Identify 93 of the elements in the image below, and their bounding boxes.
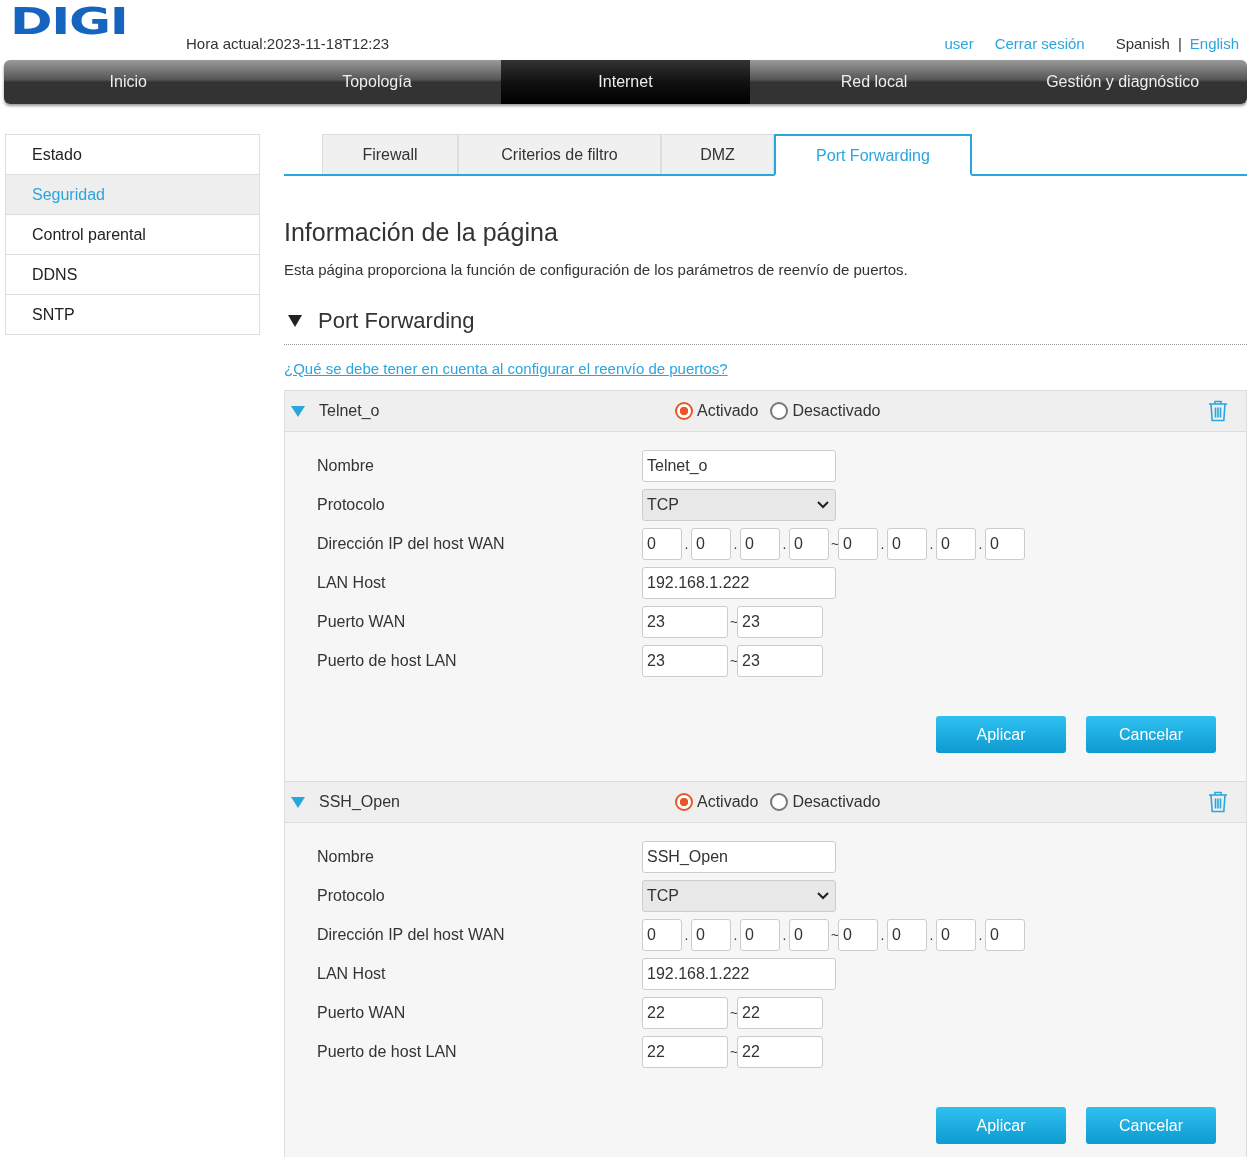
separator: ~: [730, 1043, 735, 1060]
input-field[interactable]: 23: [737, 644, 823, 677]
input-field[interactable]: 0: [789, 527, 829, 560]
separator: .: [880, 535, 885, 552]
radio-option[interactable]: Desactivado: [770, 793, 881, 811]
tab[interactable]: Criterios de filtro: [458, 134, 661, 174]
delete-icon[interactable]: [1208, 791, 1228, 813]
radio-button[interactable]: [770, 402, 789, 420]
language-separator: |: [1177, 35, 1182, 52]
field-label: Nombre: [317, 456, 375, 475]
field-label: Puerto WAN: [317, 612, 407, 631]
field-label: Dirección IP del host WAN: [317, 534, 506, 553]
separator: .: [929, 535, 934, 552]
input-field[interactable]: 0: [691, 918, 731, 951]
input-field[interactable]: 23: [642, 644, 728, 677]
collapse-icon[interactable]: [288, 315, 302, 327]
input-field[interactable]: 0: [985, 527, 1025, 560]
input-field[interactable]: 23: [737, 605, 823, 638]
radio-option[interactable]: Activado: [675, 793, 759, 811]
radio-button[interactable]: [675, 402, 693, 420]
input-field[interactable]: 22: [642, 996, 728, 1029]
field-label: Puerto de host LAN: [317, 1042, 458, 1061]
input-field[interactable]: 0: [936, 918, 976, 951]
page-description: Esta página proporciona la función de configuración de los parámetros de reenvío de puertos.: [284, 261, 909, 278]
radio-option[interactable]: Desactivado: [770, 402, 881, 420]
input-field[interactable]: 0: [838, 918, 878, 951]
input-field[interactable]: 0: [691, 527, 731, 560]
input-field[interactable]: Telnet_o: [642, 449, 836, 482]
chevron-down-icon: [817, 891, 829, 900]
field-label: Dirección IP del host WAN: [317, 925, 506, 944]
separator: ~: [730, 1004, 735, 1021]
input-field[interactable]: 0: [789, 918, 829, 951]
separator: ~: [831, 926, 836, 943]
sidebar-item[interactable]: DDNS: [6, 255, 259, 295]
sidebar-item[interactable]: SNTP: [6, 295, 259, 334]
field-label: Protocolo: [317, 886, 386, 905]
separator: .: [782, 535, 787, 552]
input-field[interactable]: 0: [838, 527, 878, 560]
nav-item[interactable]: Red local: [749, 60, 999, 104]
separator: .: [733, 535, 738, 552]
protocol-dropdown[interactable]: TCP: [642, 879, 836, 912]
input-field[interactable]: 0: [642, 527, 682, 560]
input-field[interactable]: 0: [936, 527, 976, 560]
sidebar-item[interactable]: Control parental: [6, 215, 259, 255]
delete-icon[interactable]: [1208, 400, 1228, 422]
current-time: Hora actual:2023-11-18T12:23: [186, 35, 390, 54]
input-field[interactable]: 0: [740, 918, 780, 951]
field-label: Protocolo: [317, 495, 386, 514]
input-field[interactable]: 23: [642, 605, 728, 638]
input-field[interactable]: 192.168.1.222: [642, 566, 836, 599]
radio-option[interactable]: Activado: [675, 402, 759, 420]
field-label: Puerto WAN: [317, 1003, 407, 1022]
nav-item[interactable]: Topología: [252, 60, 502, 104]
nav-item[interactable]: Inicio: [4, 60, 253, 104]
separator: .: [978, 926, 983, 943]
input-field[interactable]: 0: [740, 527, 780, 560]
separator: .: [684, 535, 689, 552]
field-label: Nombre: [317, 847, 375, 866]
input-field[interactable]: 0: [642, 918, 682, 951]
input-field[interactable]: 0: [985, 918, 1025, 951]
chevron-down-icon: [817, 500, 829, 509]
input-field[interactable]: 0: [887, 527, 927, 560]
protocol-dropdown[interactable]: TCP: [642, 488, 836, 521]
radio-button[interactable]: [675, 793, 693, 811]
separator: .: [880, 926, 885, 943]
separator: ~: [730, 613, 735, 630]
input-field[interactable]: 22: [737, 1035, 823, 1068]
page-title: Información de la página: [284, 218, 559, 247]
language-link[interactable]: Spanish: [1115, 35, 1170, 52]
separator: ~: [730, 652, 735, 669]
nav-item[interactable]: Internet: [501, 60, 750, 104]
input-field[interactable]: 22: [737, 996, 823, 1029]
input-field[interactable]: 22: [642, 1035, 728, 1068]
logo: DIGI: [10, 2, 128, 40]
section-title: Port Forwarding: [318, 308, 475, 334]
separator: .: [929, 926, 934, 943]
tab[interactable]: Firewall: [322, 134, 458, 174]
field-label: LAN Host: [317, 964, 387, 983]
tab[interactable]: DMZ: [661, 134, 774, 174]
field-label: Puerto de host LAN: [317, 651, 458, 670]
field-label: LAN Host: [317, 573, 387, 592]
input-field[interactable]: 0: [887, 918, 927, 951]
radio-button[interactable]: [770, 793, 789, 811]
nav-item[interactable]: Gestión y diagnóstico: [998, 60, 1247, 104]
separator: .: [733, 926, 738, 943]
separator: .: [684, 926, 689, 943]
input-field[interactable]: SSH_Open: [642, 840, 836, 873]
input-field[interactable]: 192.168.1.222: [642, 957, 836, 990]
separator: .: [782, 926, 787, 943]
separator: ~: [831, 535, 836, 552]
rule-name: Telnet_o: [319, 402, 381, 420]
rule-name: SSH_Open: [319, 793, 401, 811]
separator: .: [978, 535, 983, 552]
